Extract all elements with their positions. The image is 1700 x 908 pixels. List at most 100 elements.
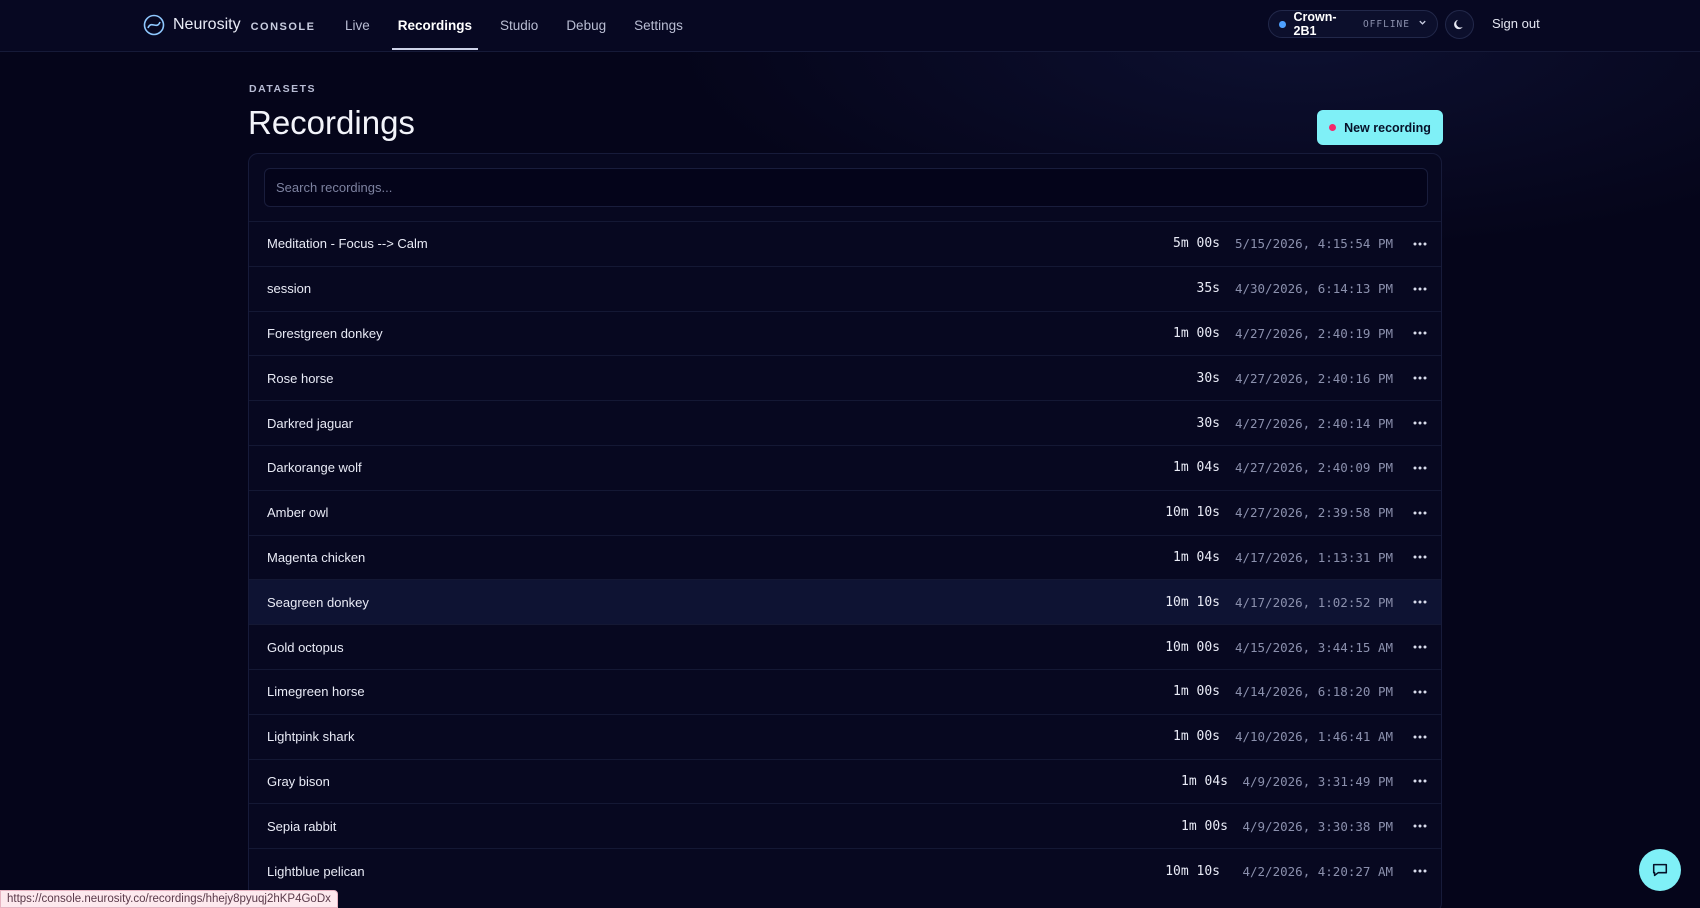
more-options-icon[interactable] <box>1409 278 1431 300</box>
recording-name: Seagreen donkey <box>267 594 369 610</box>
table-row[interactable]: Forestgreen donkey 1m 00s 4/27/2026, 2:40:… <box>249 310 1441 356</box>
table-row[interactable]: Seagreen donkey 10m 10s 4/17/2026, 1:02:52… <box>249 579 1441 625</box>
recording-timestamp: 4/17/2026, 1:02:52 PM <box>1234 594 1393 610</box>
more-options-icon[interactable] <box>1409 681 1431 703</box>
recording-timestamp: 4/9/2026, 3:30:38 PM <box>1242 818 1393 834</box>
table-row[interactable]: Lightpink shark 1m 00s 4/10/2026, 1:46:41 … <box>249 713 1441 759</box>
recording-timestamp: 4/17/2026, 1:13:31 PM <box>1234 549 1393 565</box>
recording-timestamp: 4/27/2026, 2:39:58 PM <box>1234 505 1393 521</box>
more-options-icon[interactable] <box>1409 412 1431 434</box>
more-options-icon[interactable] <box>1409 367 1431 389</box>
chat-button[interactable] <box>1639 849 1681 891</box>
recordings-panel: Meditation - Focus --> Calm 5m 00s 5/15/20… <box>248 153 1442 908</box>
device-selector[interactable]: Crown-2B1 OFFLINE <box>1268 10 1438 38</box>
recording-name: Gold octopus <box>267 639 344 655</box>
recording-duration: 10m 00s <box>1165 639 1220 655</box>
recording-timestamp: 4/14/2026, 6:18:20 PM <box>1234 684 1393 700</box>
new-recording-label: New recording <box>1344 120 1431 135</box>
top-navbar: Neurosity CONSOLE Live Recordings Studio De… <box>0 0 1700 52</box>
recording-name: Forestgreen donkey <box>267 325 383 341</box>
table-row[interactable]: Meditation - Focus --> Calm 5m 00s 5/15/20… <box>249 221 1441 266</box>
table-row[interactable]: Sepia rabbit 1m 00s 4/9/2026, 3:30:38 PM <box>249 803 1441 848</box>
more-options-icon[interactable] <box>1409 636 1431 658</box>
recording-timestamp: 4/2/2026, 4:20:27 AM <box>1242 863 1393 879</box>
recording-duration: 1m 00s <box>1173 729 1220 745</box>
more-options-icon[interactable] <box>1409 233 1431 255</box>
more-options-icon[interactable] <box>1409 815 1431 837</box>
recording-duration: 10m 10s <box>1165 594 1220 610</box>
recording-name: Lightblue pelican <box>267 863 365 879</box>
nav-item-studio[interactable]: Studio <box>486 0 552 50</box>
recording-timestamp: 4/15/2026, 3:44:15 AM <box>1234 639 1393 655</box>
recording-duration: 10m 10s <box>1165 863 1220 879</box>
recording-timestamp: 4/27/2026, 2:40:14 PM <box>1234 415 1393 431</box>
recording-duration: 30s <box>1196 415 1220 431</box>
recording-timestamp: 4/27/2026, 2:40:19 PM <box>1234 325 1393 341</box>
recording-name: Darkorange wolf <box>267 460 362 476</box>
more-options-icon[interactable] <box>1409 322 1431 344</box>
neurosity-logo-icon <box>143 14 165 36</box>
recording-name: Lightpink shark <box>267 729 355 745</box>
recording-timestamp: 4/10/2026, 1:46:41 AM <box>1234 729 1393 745</box>
recording-duration: 35s <box>1196 281 1220 297</box>
more-options-icon[interactable] <box>1409 860 1431 882</box>
table-row[interactable]: session 35s 4/30/2026, 6:14:13 PM <box>249 265 1441 311</box>
recording-duration: 1m 04s <box>1173 460 1220 476</box>
recording-duration: 10m 10s <box>1165 505 1220 521</box>
recording-duration: 1m 00s <box>1173 325 1220 341</box>
sign-out-link[interactable]: Sign out <box>1492 16 1540 31</box>
table-row[interactable]: Darkorange wolf 1m 04s 4/27/2026, 2:40:09 … <box>249 444 1441 490</box>
recordings-list: Meditation - Focus --> Calm 5m 00s 5/15/20… <box>249 221 1441 893</box>
nav-item-live[interactable]: Live <box>331 0 384 50</box>
recording-duration: 1m 00s <box>1173 684 1220 700</box>
recording-timestamp: 4/27/2026, 2:40:16 PM <box>1234 370 1393 386</box>
theme-toggle-button[interactable] <box>1445 10 1474 39</box>
recording-name: session <box>267 281 312 297</box>
table-row[interactable]: Lightblue pelican 10m 10s 4/2/2026, 4:20:2… <box>249 848 1441 893</box>
more-options-icon[interactable] <box>1409 770 1431 792</box>
recording-timestamp: 4/9/2026, 3:31:49 PM <box>1242 773 1393 789</box>
new-recording-button[interactable]: New recording <box>1317 110 1443 145</box>
table-row[interactable]: Limegreen horse 1m 00s 4/14/2026, 6:18:20 … <box>249 668 1441 714</box>
page-title: Recordings <box>248 104 415 141</box>
recording-name: Limegreen horse <box>267 684 365 700</box>
table-row[interactable]: Rose horse 30s 4/27/2026, 2:40:16 PM <box>249 355 1441 400</box>
recording-name: Darkred jaguar <box>267 415 353 431</box>
nav-item-recordings[interactable]: Recordings <box>384 0 486 50</box>
device-status: OFFLINE <box>1362 18 1410 30</box>
table-row[interactable]: Gold octopus 10m 00s 4/15/2026, 3:44:15 AM <box>249 624 1441 669</box>
device-name: Crown-2B1 <box>1293 10 1337 38</box>
brand-name: Neurosity <box>173 16 241 33</box>
more-options-icon[interactable] <box>1409 502 1431 524</box>
table-row[interactable]: Amber owl 10m 10s 4/27/2026, 2:39:58 PM <box>249 489 1441 535</box>
recording-name: Meditation - Focus --> Calm <box>267 236 428 252</box>
table-row[interactable]: Magenta chicken 1m 04s 4/17/2026, 1:13:31 … <box>249 534 1441 580</box>
more-options-icon[interactable] <box>1409 591 1431 613</box>
nav-item-debug[interactable]: Debug <box>552 0 620 50</box>
main-nav: Live Recordings Studio Debug Settings <box>331 0 697 52</box>
moon-icon <box>1454 19 1463 30</box>
recording-timestamp: 5/15/2026, 4:15:54 PM <box>1234 236 1393 252</box>
recording-timestamp: 4/30/2026, 6:14:13 PM <box>1234 281 1393 297</box>
table-row[interactable]: Gray bison 1m 04s 4/9/2026, 3:31:49 PM <box>249 758 1441 804</box>
status-bar-url: https://console.neurosity.co/recordings/… <box>0 890 338 908</box>
nav-item-settings[interactable]: Settings <box>620 0 697 50</box>
recording-name: Rose horse <box>267 370 334 386</box>
recording-name: Magenta chicken <box>267 549 366 565</box>
more-options-icon[interactable] <box>1409 726 1431 748</box>
recording-duration: 1m 00s <box>1181 818 1228 834</box>
brand-logo[interactable]: Neurosity CONSOLE <box>143 13 315 37</box>
more-options-icon[interactable] <box>1409 546 1431 568</box>
recording-duration: 1m 04s <box>1181 773 1228 789</box>
recording-name: Amber owl <box>267 505 329 521</box>
recording-duration: 5m 00s <box>1173 236 1220 252</box>
recording-timestamp: 4/27/2026, 2:40:09 PM <box>1234 460 1393 476</box>
chat-icon <box>1652 863 1668 877</box>
brand-sub: CONSOLE <box>250 20 316 33</box>
search-input[interactable] <box>264 168 1428 207</box>
recording-name: Gray bison <box>267 773 330 789</box>
recording-duration: 30s <box>1196 370 1220 386</box>
table-row[interactable]: Darkred jaguar 30s 4/27/2026, 2:40:14 PM <box>249 400 1441 445</box>
recording-name: Sepia rabbit <box>267 818 337 834</box>
more-options-icon[interactable] <box>1409 457 1431 479</box>
